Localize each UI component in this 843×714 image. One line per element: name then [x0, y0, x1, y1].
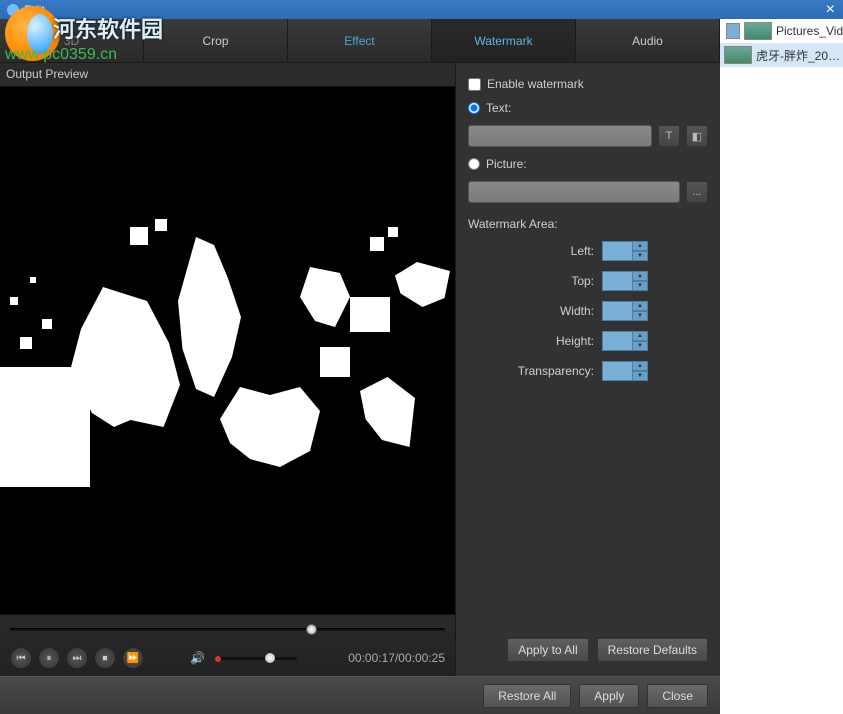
text-radio-label: Text:	[486, 101, 511, 115]
preview-label: Output Preview	[0, 63, 455, 87]
tab-audio[interactable]: Audio	[576, 19, 720, 62]
height-spinner[interactable]: ▲▼	[602, 331, 648, 351]
titlebar: Edit ×	[0, 0, 843, 19]
stop-button[interactable]: ⏹	[94, 647, 116, 669]
thumbnail-icon	[724, 46, 752, 64]
file-label: Pictures_Vid…	[776, 24, 843, 38]
restore-all-button[interactable]: Restore All	[483, 684, 571, 708]
next-button[interactable]: ⏭	[66, 647, 88, 669]
list-item[interactable]: 虎牙-胖炸_20…	[720, 43, 843, 67]
text-input[interactable]	[468, 125, 652, 147]
volume-thumb[interactable]	[265, 653, 275, 663]
thumbnail-icon	[744, 22, 772, 40]
area-section-label: Watermark Area:	[468, 217, 708, 231]
volume-slider[interactable]	[217, 657, 297, 660]
top-label: Top:	[504, 274, 594, 288]
tab-watermark[interactable]: Watermark	[432, 19, 576, 62]
file-list: Pictures_Vid… 虎牙-胖炸_20…	[720, 19, 843, 714]
width-label: Width:	[504, 304, 594, 318]
enable-watermark-label: Enable watermark	[487, 77, 584, 91]
tab-bar: 3D Crop Effect Watermark Audio	[0, 19, 720, 63]
preview-canvas	[0, 87, 455, 614]
tab-effect[interactable]: Effect	[288, 19, 432, 62]
font-button[interactable]: T	[658, 125, 680, 147]
picture-radio[interactable]	[468, 158, 480, 170]
seek-thumb[interactable]	[306, 624, 317, 635]
transparency-spinner[interactable]: ▲▼	[602, 361, 648, 381]
dialog-footer: Restore All Apply Close	[0, 676, 720, 714]
playback-bar: ⏮ ⏸ ⏭ ⏹ ⏩ 🔊 00:00:17/00:00:25	[0, 614, 455, 676]
close-icon[interactable]: ×	[826, 1, 835, 19]
list-item[interactable]: Pictures_Vid…	[720, 19, 843, 43]
close-button[interactable]: Close	[647, 684, 708, 708]
text-radio[interactable]	[468, 102, 480, 114]
picture-radio-label: Picture:	[486, 157, 527, 171]
tab-3d[interactable]: 3D	[0, 19, 144, 62]
app-icon	[6, 3, 20, 17]
height-label: Height:	[504, 334, 594, 348]
left-label: Left:	[504, 244, 594, 258]
watermark-panel: Enable watermark Text: T ◧ Picture:	[455, 63, 720, 676]
window-title: Edit	[24, 3, 45, 17]
file-icon	[726, 23, 740, 39]
browse-button[interactable]: ...	[686, 181, 708, 203]
seek-slider[interactable]	[10, 623, 445, 635]
color-button[interactable]: ◧	[686, 125, 708, 147]
left-spinner[interactable]: ▲▼	[602, 241, 648, 261]
tab-crop[interactable]: Crop	[144, 19, 288, 62]
top-spinner[interactable]: ▲▼	[602, 271, 648, 291]
apply-to-all-button[interactable]: Apply to All	[507, 638, 588, 662]
transparency-label: Transparency:	[504, 364, 594, 378]
width-spinner[interactable]: ▲▼	[602, 301, 648, 321]
volume-icon[interactable]: 🔊	[190, 651, 205, 665]
pause-button[interactable]: ⏸	[38, 647, 60, 669]
time-display: 00:00:17/00:00:25	[348, 651, 445, 665]
step-button[interactable]: ⏩	[122, 647, 144, 669]
picture-input[interactable]	[468, 181, 680, 203]
file-label: 虎牙-胖炸_20…	[756, 47, 840, 64]
prev-button[interactable]: ⏮	[10, 647, 32, 669]
apply-button[interactable]: Apply	[579, 684, 639, 708]
enable-watermark-checkbox[interactable]	[468, 78, 481, 91]
restore-defaults-button[interactable]: Restore Defaults	[597, 638, 708, 662]
